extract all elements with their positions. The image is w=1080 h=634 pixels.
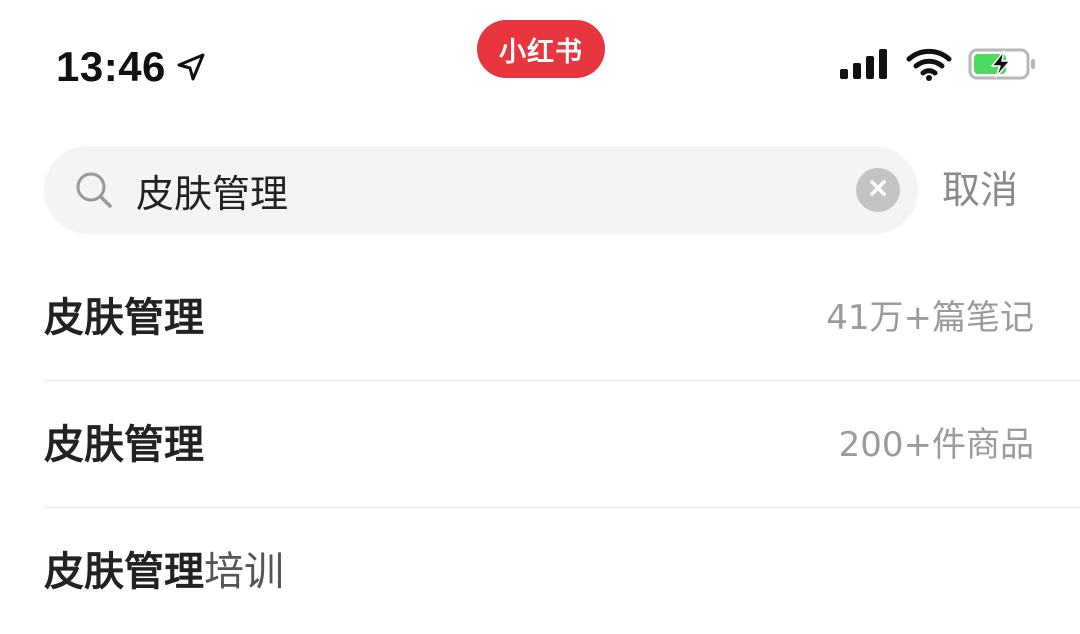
search-icon: [74, 170, 114, 210]
status-icons: [840, 46, 1038, 86]
battery-charging-icon: [968, 47, 1038, 85]
app-badge-label: 小红书: [499, 36, 583, 68]
suggestion-item[interactable]: 皮肤管理 41万+篇笔记: [44, 254, 1080, 381]
suggestion-text: 皮肤管理培训: [44, 542, 284, 602]
status-time: 13:46: [56, 43, 166, 90]
suggestion-count: 41万+篇笔记: [826, 298, 1034, 338]
clear-icon: [868, 178, 888, 202]
suggestion-list: 皮肤管理 41万+篇笔记 皮肤管理 200+件商品 皮肤管理培训: [0, 254, 1080, 634]
cellular-signal-icon: [840, 49, 890, 83]
status-bar: 13:46 小红书: [0, 0, 1080, 120]
suggestion-text: 皮肤管理: [44, 415, 204, 475]
search-bar: [44, 146, 918, 234]
cancel-button[interactable]: 取消: [942, 160, 1018, 220]
wifi-icon: [906, 47, 952, 85]
suggestion-suffix: 培训: [204, 549, 284, 595]
suggestion-keyword: 皮肤管理: [44, 549, 204, 595]
suggestion-keyword: 皮肤管理: [44, 422, 204, 468]
location-arrow-icon: [176, 52, 206, 82]
suggestion-item[interactable]: 皮肤管理培训: [44, 508, 1080, 634]
search-input[interactable]: [136, 160, 836, 220]
clear-search-button[interactable]: [856, 168, 900, 212]
app-badge: 小红书: [477, 20, 605, 78]
suggestion-item[interactable]: 皮肤管理 200+件商品: [44, 381, 1080, 508]
suggestion-text: 皮肤管理: [44, 288, 204, 348]
status-time-group: 13:46: [56, 40, 206, 94]
suggestion-count: 200+件商品: [838, 425, 1034, 465]
suggestion-keyword: 皮肤管理: [44, 295, 204, 341]
